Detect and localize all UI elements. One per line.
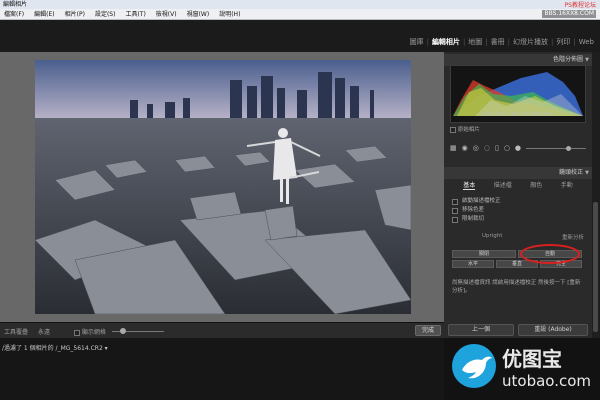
menu-help[interactable]: 說明(H): [219, 9, 240, 19]
module-separator: |: [426, 38, 429, 46]
tab-manual[interactable]: 手動: [561, 180, 573, 190]
bird-logo-icon: [452, 344, 496, 388]
highlight-circle-annotation: [520, 244, 580, 264]
menu-tools[interactable]: 工具(T): [125, 9, 145, 19]
module-print[interactable]: 列印: [556, 37, 570, 47]
watermark-line1: PS教程论坛: [564, 2, 596, 9]
filmstrip-bar: /過濾了 1 個相片的 /_MG_5614.CR2 ▾: [0, 338, 444, 400]
previous-button[interactable]: 上一個: [448, 324, 514, 336]
image-workspace: [0, 52, 444, 322]
develop-tool-strip: ▦ ◉ ◎ ◌ ▯ ○ ●: [450, 140, 586, 156]
option-row[interactable]: 限制裁切: [452, 215, 501, 224]
remove-ca-checkbox[interactable]: [452, 207, 458, 214]
crop-overlay-icon[interactable]: ◉: [462, 144, 468, 152]
grid-size-slider-knob[interactable]: [120, 328, 126, 334]
original-photo-label: 原始相片: [457, 127, 480, 133]
watermark-line2: BBS.16XX8.COM: [542, 10, 596, 18]
collapse-triangle-icon[interactable]: ▼: [585, 167, 589, 179]
original-photo-checkbox[interactable]: [450, 126, 456, 133]
menu-photo[interactable]: 相片(P): [65, 9, 85, 19]
module-library[interactable]: 圖庫: [410, 37, 424, 47]
option-label: 限制裁切: [462, 216, 485, 222]
module-separator: |: [462, 38, 466, 46]
lens-note-text: 尚無描述檔資訊 請啟用描述檔校正 然後按一下 [重新分析]。: [452, 280, 581, 294]
menu-view[interactable]: 檢視(V): [156, 9, 177, 19]
graduated-filter-icon[interactable]: ▯: [495, 144, 499, 152]
grid-icon[interactable]: ▦: [450, 144, 457, 152]
watermark-top: PS教程论坛 BBS.16XX8.COM: [542, 2, 596, 18]
radial-filter-icon[interactable]: ○: [504, 144, 510, 152]
module-picker: 圖庫 | 編輯相片 | 地圖 | 書冊 | 幻燈片播放 | 列印 | Web: [410, 37, 594, 47]
module-separator: |: [573, 38, 576, 46]
lens-correction-header[interactable]: 鏡頭校正 ▼: [444, 167, 592, 179]
filmstrip-info[interactable]: /過濾了 1 個相片的 /_MG_5614.CR2 ▾: [2, 343, 108, 352]
histogram-readout: R 62.5 % G 62.9 % B 65.9 %: [482, 112, 554, 118]
module-map[interactable]: 地圖: [468, 37, 482, 47]
logo-watermark: 优图宝 utobao.com: [444, 338, 600, 400]
grid-label: 顯示網格: [81, 329, 106, 336]
lens-correction-title: 鏡頭校正: [558, 169, 583, 176]
menu-edit[interactable]: 編輯(E): [34, 9, 54, 19]
reset-button[interactable]: 重設 (Adobe): [518, 324, 588, 336]
lens-correction-tabs: 基本 描述檔 顏色 手動: [444, 180, 592, 190]
histogram-title: 色階分佈圖: [552, 56, 583, 63]
logo-url: utobao.com: [502, 372, 591, 390]
profile-correction-checkbox[interactable]: [452, 198, 458, 205]
module-separator: |: [551, 38, 554, 46]
menu-bar: 檔案(F) 編輯(E) 相片(P) 設定(S) 工具(T) 檢視(V) 視窗(W…: [0, 9, 600, 20]
option-label: 移除色差: [462, 207, 485, 213]
module-picker-bar: 圖庫 | 編輯相片 | 地圖 | 書冊 | 幻燈片播放 | 列印 | Web: [0, 20, 600, 52]
grid-checkbox[interactable]: [74, 329, 80, 336]
logo-title: 优图宝: [502, 347, 562, 371]
reanalyze-link[interactable]: 重新分析: [562, 233, 584, 241]
original-photo-row[interactable]: 原始相片: [450, 125, 480, 133]
adjustment-brush-icon[interactable]: ●: [515, 144, 521, 152]
option-row[interactable]: 啟動描述檔校正: [452, 197, 501, 206]
window-title-bar: 編輯相片: [0, 0, 600, 9]
module-separator: |: [485, 38, 488, 46]
menu-settings[interactable]: 設定(S): [95, 9, 116, 19]
menu-file[interactable]: 檔案(F): [4, 9, 24, 19]
grid-checkbox-wrap: 顯示網格: [74, 327, 106, 336]
image-toolbar: 工具覆疊 永遠 顯示網格 完成: [0, 322, 444, 338]
option-row[interactable]: 移除色差: [452, 206, 501, 215]
menu-window[interactable]: 視窗(W): [187, 9, 210, 19]
upright-off-button[interactable]: 關閉: [452, 250, 516, 258]
lens-correction-options: 啟動描述檔校正 移除色差 限制裁切: [452, 197, 501, 224]
photo-image: [35, 60, 411, 314]
option-label: 啟動描述檔校正: [462, 198, 501, 204]
done-button[interactable]: 完成: [415, 325, 441, 336]
tab-profile[interactable]: 描述檔: [494, 180, 512, 190]
tab-basic[interactable]: 基本: [463, 180, 476, 190]
window-title: 編輯相片: [3, 1, 28, 8]
tool-overlay-label: 工具覆疊: [4, 329, 29, 336]
module-separator: |: [507, 38, 511, 46]
tool-slider[interactable]: [526, 145, 586, 151]
tab-color[interactable]: 顏色: [530, 180, 542, 190]
upright-level-button[interactable]: 水平: [452, 260, 494, 268]
bird-logo-graphic: [462, 356, 492, 379]
tool-overlay-mode-select[interactable]: 永遠: [38, 327, 50, 336]
constrain-crop-checkbox[interactable]: [452, 216, 458, 223]
panel-scrollbar-thumb[interactable]: [593, 202, 598, 332]
upright-label: Upright: [482, 233, 503, 239]
photo-preview[interactable]: [35, 60, 411, 314]
module-web[interactable]: Web: [579, 38, 594, 46]
spot-removal-icon[interactable]: ◎: [473, 144, 479, 152]
module-slideshow[interactable]: 幻燈片播放: [513, 37, 548, 47]
module-book[interactable]: 書冊: [491, 37, 505, 47]
module-develop[interactable]: 編輯相片: [432, 37, 460, 47]
red-eye-icon[interactable]: ◌: [484, 144, 490, 152]
